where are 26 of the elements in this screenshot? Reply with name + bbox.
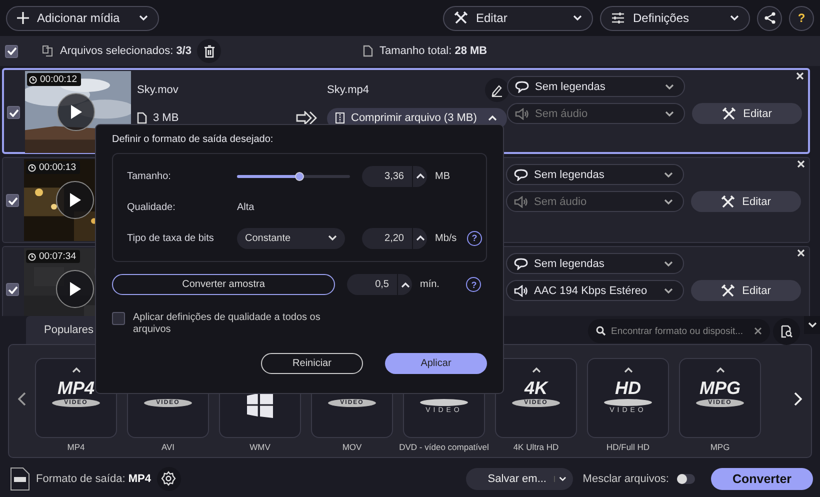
format-label: MP4 (67, 442, 85, 452)
format-label: MPG (710, 442, 730, 452)
merge-files-label: Mesclar arquivos: (582, 472, 669, 484)
size-label: Tamanho: (127, 170, 172, 182)
popup-title: Definir o formato de saída desejado: (112, 134, 274, 145)
format-label: HD/Full HD (606, 442, 650, 452)
quality-label: Qualidade: (127, 202, 176, 212)
format-label: WMV (250, 442, 270, 452)
total-size: Tamanho total: 28 MB (379, 45, 488, 57)
quality-value: Alta (237, 202, 256, 212)
format-label: AVI (161, 442, 175, 452)
unit-label: Mb/s (434, 232, 458, 244)
source-file-size: 3 MB (153, 112, 179, 124)
duration-badge: 00:00:12 (27, 73, 81, 86)
source-file-name: Sky.mov (137, 84, 180, 96)
format-label: 4K Ultra HD (513, 442, 559, 452)
bitrate-type-label: Tipo de taxa de bits (127, 232, 215, 244)
format-label: DVD - vídeo compatível (399, 442, 489, 452)
selected-files-count: Arquivos selecionados: 3/3 (60, 45, 192, 57)
output-file-name: Sky.mp4 (327, 84, 369, 96)
unit-label: MB (434, 170, 451, 182)
output-format: Formato de saída: MP4 (36, 472, 151, 484)
unit-label: mín. (419, 279, 440, 290)
duration-badge: 00:00:13 (26, 161, 80, 174)
duration-badge: 00:07:34 (26, 250, 80, 263)
format-label: MOV (342, 442, 362, 452)
